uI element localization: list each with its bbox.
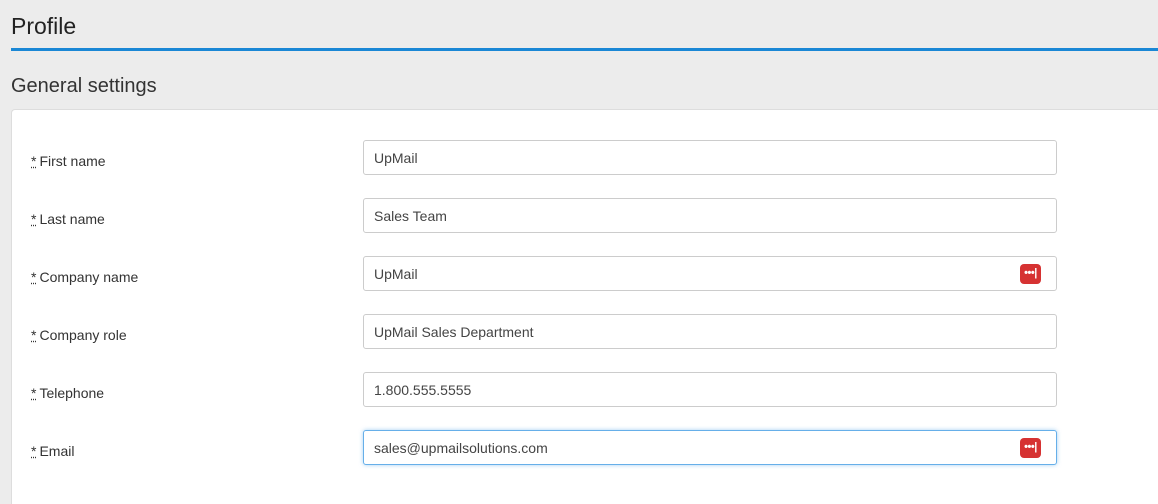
required-marker: * (31, 211, 37, 227)
form-row-email: *Email •••| (12, 430, 1158, 466)
first-name-field[interactable] (363, 140, 1057, 175)
telephone-field[interactable] (363, 372, 1057, 407)
email-label-text: Email (39, 443, 75, 459)
form-row-company-role: * Company role (12, 314, 1158, 350)
last-name-label-text: Last name (39, 211, 105, 227)
email-field[interactable] (363, 430, 1057, 465)
company-role-field[interactable] (363, 314, 1057, 349)
general-settings-panel: *First name *Last name *Company name •••… (11, 109, 1158, 504)
required-marker: * (31, 443, 37, 459)
last-name-label: * Last name (31, 211, 105, 227)
password-manager-icon[interactable]: •••| (1020, 264, 1041, 284)
section-title: General settings (11, 75, 157, 97)
telephone-label: * Telephone (31, 385, 104, 401)
page-header: Profile (11, 0, 1158, 51)
company-name-field[interactable] (363, 256, 1057, 291)
form-row-telephone: * Telephone (12, 372, 1158, 408)
company-role-label: * Company role (31, 327, 127, 343)
first-name-label: * First name (31, 153, 106, 169)
company-name-label: * Company name (31, 269, 138, 285)
required-marker: * (31, 385, 37, 401)
required-marker: * (31, 153, 37, 169)
form-row-first-name: * First name (12, 140, 1158, 176)
required-marker: * (31, 327, 37, 343)
form-row-company-name: *Company name •••| (12, 256, 1158, 292)
telephone-label-text: Telephone (39, 385, 105, 401)
company-role-label-text: Company role (39, 327, 127, 343)
required-marker: * (31, 269, 37, 285)
last-name-field[interactable] (363, 198, 1057, 233)
page-title: Profile (11, 13, 77, 39)
company-name-label-text: Company name (39, 269, 139, 285)
first-name-label-text: First name (39, 153, 106, 169)
form-row-last-name: * Last name (12, 198, 1158, 234)
email-label: * Email (31, 443, 74, 459)
password-manager-icon[interactable]: •••| (1020, 438, 1041, 458)
